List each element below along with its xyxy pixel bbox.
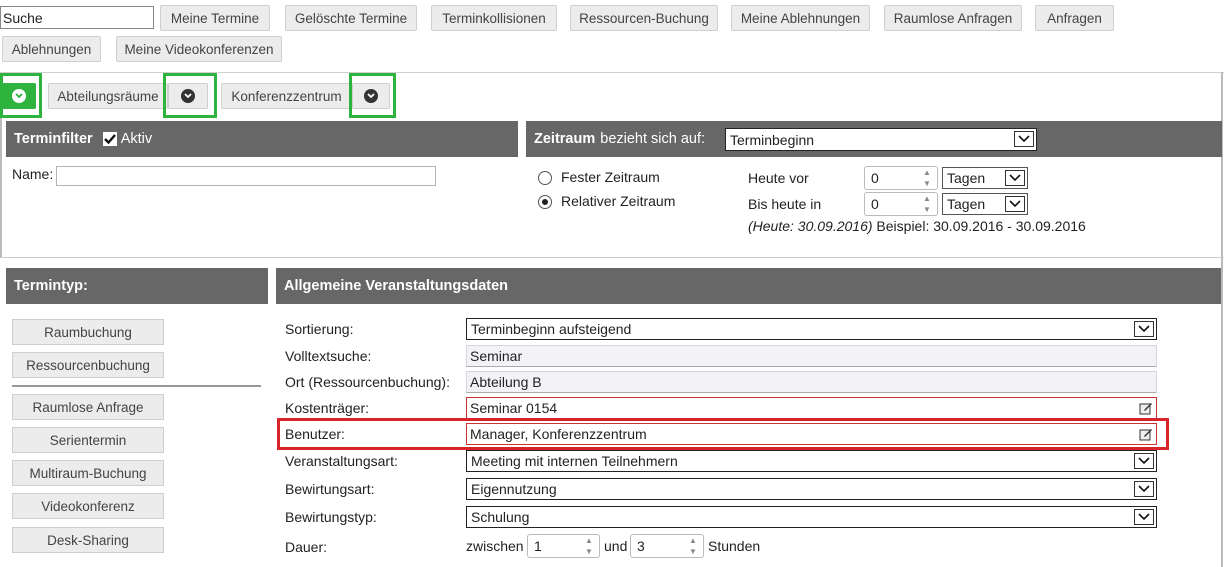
termintyp-header: Termintyp: bbox=[6, 268, 268, 304]
section-divider bbox=[0, 257, 1224, 258]
benutzer-highlight-box bbox=[277, 418, 1169, 450]
raumlose-anfragen-button[interactable]: Raumlose Anfragen bbox=[884, 5, 1022, 31]
bewirtungsart-label: Bewirtungsart: bbox=[285, 481, 375, 497]
anfragen-button[interactable]: Anfragen bbox=[1035, 5, 1114, 31]
highlight-box-2 bbox=[163, 73, 217, 118]
chevron-down-icon bbox=[1134, 481, 1154, 497]
meine-ablehnungen-button[interactable]: Meine Ablehnungen bbox=[731, 5, 870, 31]
fester-zeitraum-radio[interactable] bbox=[538, 171, 552, 185]
chevron-down-icon bbox=[1134, 453, 1154, 469]
dauer-to-stepper[interactable]: 3 ▲ ▼ bbox=[630, 534, 704, 558]
ressourcen-buchung-button[interactable]: Ressourcen-Buchung bbox=[570, 5, 718, 31]
chevron-down-icon bbox=[1014, 131, 1034, 147]
und-label: und bbox=[604, 538, 628, 554]
aktiv-checkbox[interactable] bbox=[102, 132, 117, 146]
zeitraum-select[interactable]: Terminbeginn bbox=[725, 128, 1037, 151]
veranstaltungsart-select[interactable]: Meeting mit internen Teilnehmern bbox=[466, 450, 1157, 472]
veranstaltungsart-label: Veranstaltungsart: bbox=[285, 453, 398, 469]
bis-heute-unit-select[interactable]: Tagen bbox=[942, 193, 1028, 215]
chevron-down-icon bbox=[1005, 170, 1025, 186]
raumbuchung-button[interactable]: Raumbuchung bbox=[12, 319, 164, 345]
name-input[interactable] bbox=[56, 166, 436, 186]
bewirtungstyp-select[interactable]: Schulung bbox=[466, 506, 1157, 528]
dauer-from-stepper[interactable]: 1 ▲ ▼ bbox=[527, 534, 600, 558]
geloeschte-termine-button[interactable]: Gelöschte Termine bbox=[285, 5, 417, 31]
ressourcenbuchung-button[interactable]: Ressourcenbuchung bbox=[12, 352, 164, 378]
highlight-box-1 bbox=[0, 73, 42, 118]
bis-heute-stepper[interactable]: 0 ▲ ▼ bbox=[864, 192, 938, 216]
edit-icon[interactable] bbox=[1139, 401, 1153, 415]
ort-label: Ort (Ressourcenbuchung): bbox=[285, 374, 450, 390]
sortierung-select[interactable]: Terminbeginn aufsteigend bbox=[466, 318, 1157, 340]
ablehnungen-button[interactable]: Ablehnungen bbox=[2, 36, 101, 62]
stepper-arrows-icon: ▲ ▼ bbox=[689, 536, 697, 556]
allgemein-header: Allgemeine Veranstaltungsdaten bbox=[276, 268, 1221, 304]
search-input[interactable]: Suche bbox=[0, 6, 154, 29]
kostentraeger-input[interactable]: Seminar 0154 bbox=[466, 397, 1157, 419]
termintyp-divider bbox=[12, 385, 261, 387]
dauer-label: Dauer: bbox=[285, 539, 328, 555]
heute-vor-unit-select[interactable]: Tagen bbox=[942, 167, 1028, 189]
bis-heute-label: Bis heute in bbox=[748, 196, 822, 212]
relativer-zeitraum-radio[interactable] bbox=[538, 195, 552, 209]
meine-termine-button[interactable]: Meine Termine bbox=[160, 5, 270, 31]
name-label: Name: bbox=[12, 166, 54, 182]
ort-input[interactable]: Abteilung B bbox=[466, 371, 1157, 393]
multiraum-buchung-button[interactable]: Multiraum-Buchung bbox=[12, 460, 164, 486]
bewirtungsart-select[interactable]: Eigennutzung bbox=[466, 478, 1157, 500]
zeitraum-example-note: (Heute: 30.09.2016) Beispiel: 30.09.2016… bbox=[748, 218, 1086, 234]
volltextsuche-input[interactable]: Seminar bbox=[466, 345, 1157, 367]
relativer-zeitraum-label: Relativer Zeitraum bbox=[561, 193, 676, 209]
sortierung-label: Sortierung: bbox=[285, 321, 354, 337]
heute-vor-label: Heute vor bbox=[748, 170, 809, 186]
terminfilter-header: Terminfilter Aktiv bbox=[6, 121, 518, 157]
stepper-arrows-icon: ▲ ▼ bbox=[923, 194, 931, 214]
zwischen-label: zwischen bbox=[466, 538, 524, 554]
check-icon bbox=[103, 134, 116, 145]
left-border bbox=[0, 118, 2, 258]
fester-zeitraum-label: Fester Zeitraum bbox=[561, 169, 660, 185]
raumlose-anfrage-button[interactable]: Raumlose Anfrage bbox=[12, 394, 164, 420]
tab-abteilungsraeume[interactable]: Abteilungsräume bbox=[48, 83, 168, 109]
chevron-down-icon bbox=[1134, 321, 1154, 337]
stepper-arrows-icon: ▲ ▼ bbox=[923, 168, 931, 188]
heute-vor-stepper[interactable]: 0 ▲ ▼ bbox=[864, 166, 938, 190]
volltextsuche-label: Volltextsuche: bbox=[285, 348, 372, 364]
stunden-label: Stunden bbox=[708, 538, 761, 554]
highlight-box-3 bbox=[349, 73, 396, 118]
terminkollisionen-button[interactable]: Terminkollisionen bbox=[431, 5, 557, 31]
tab-konferenzzentrum[interactable]: Konferenzzentrum bbox=[221, 83, 352, 109]
bewirtungstyp-label: Bewirtungstyp: bbox=[285, 509, 377, 525]
meine-videokonferenzen-button[interactable]: Meine Videokonferenzen bbox=[116, 36, 282, 62]
chevron-down-icon bbox=[1134, 509, 1154, 525]
videokonferenz-button[interactable]: Videokonferenz bbox=[12, 493, 164, 519]
kostentraeger-label: Kostenträger: bbox=[285, 400, 370, 416]
chevron-down-icon bbox=[1005, 196, 1025, 212]
desk-sharing-button[interactable]: Desk-Sharing bbox=[12, 527, 164, 553]
serientermin-button[interactable]: Serientermin bbox=[12, 427, 164, 453]
stepper-arrows-icon: ▲ ▼ bbox=[585, 536, 593, 556]
